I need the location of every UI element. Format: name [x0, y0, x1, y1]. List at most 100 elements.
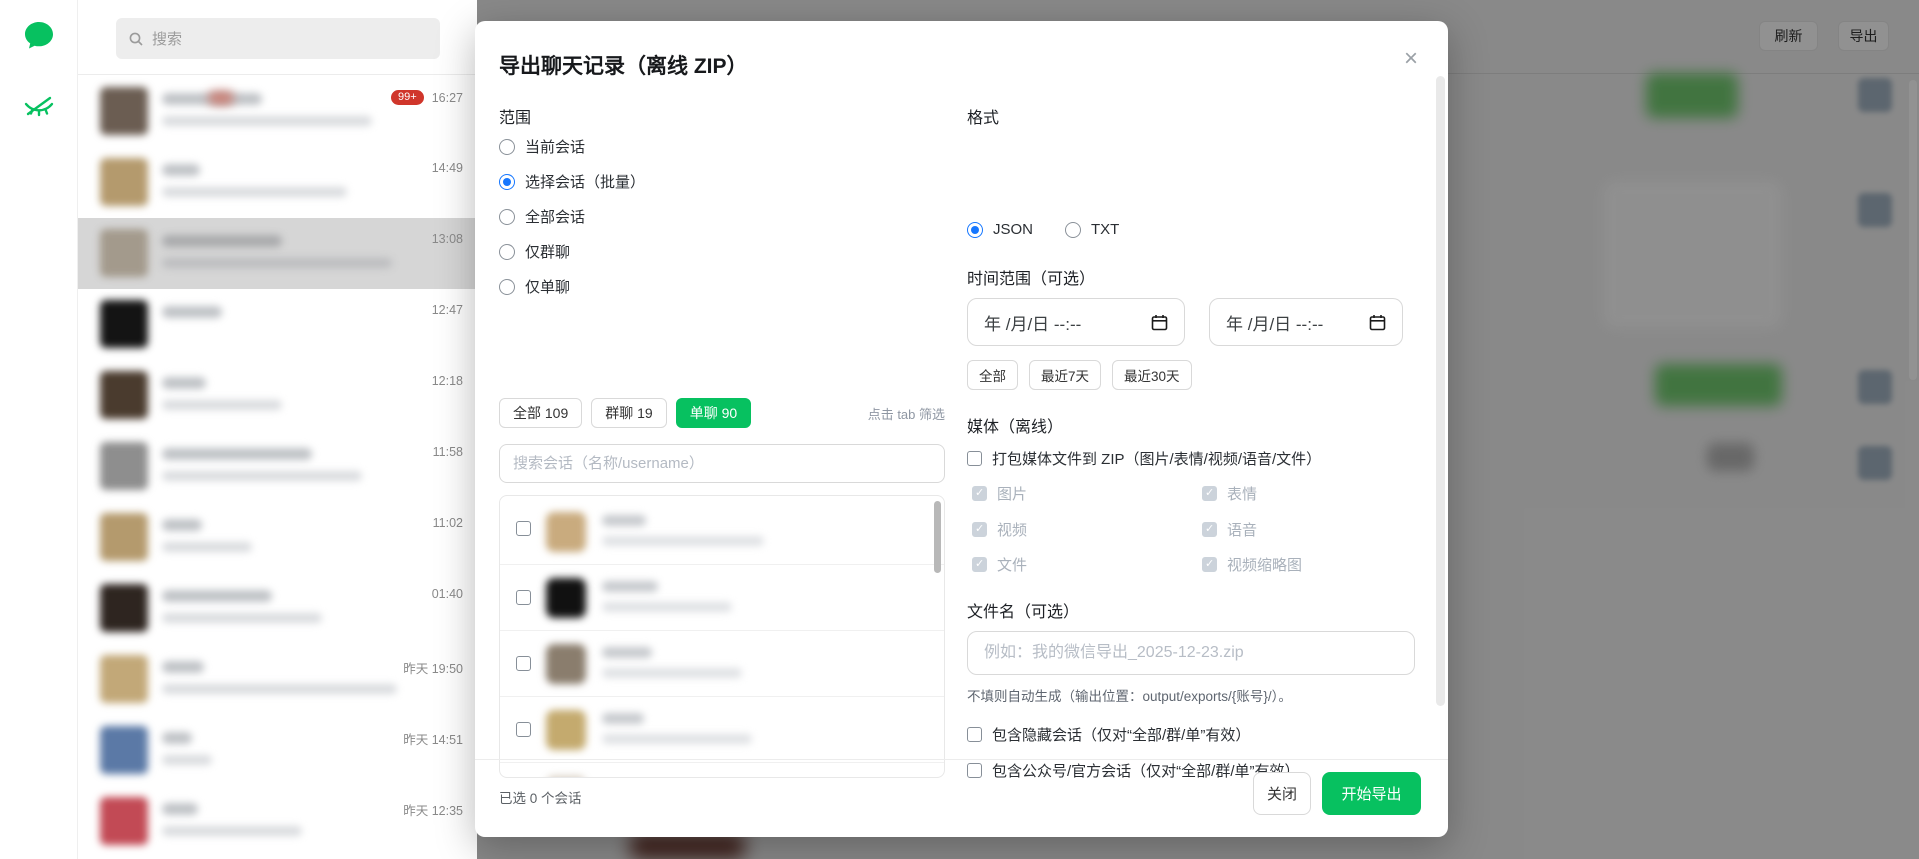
chat-time: 昨天 19:50: [403, 658, 463, 677]
start-export-button[interactable]: 开始导出: [1322, 772, 1421, 815]
avatar: [100, 229, 148, 277]
chat-time: 01:40: [432, 587, 463, 601]
blurred-message: [162, 471, 362, 481]
chat-list-panel: 搜索 99+ 16:27 14:49 13:08 12:47: [78, 0, 477, 859]
preset-all[interactable]: 全部: [967, 360, 1018, 390]
media-option-voice: 语音: [1202, 519, 1257, 540]
radio-singles-only[interactable]: 仅单聊: [499, 276, 645, 297]
avatar: [100, 797, 148, 845]
radio-label: TXT: [1091, 221, 1119, 238]
preset-last-7-days[interactable]: 最近7天: [1029, 360, 1101, 390]
radio-format-txt[interactable]: TXT: [1065, 221, 1119, 238]
start-date-input[interactable]: 年 /月/日 --:--: [967, 298, 1185, 346]
checkbox-icon: [972, 557, 987, 572]
blurred-name: [602, 713, 644, 724]
blurred-name: [162, 590, 272, 602]
divider: [78, 74, 477, 75]
chip-groups[interactable]: 群聊 19: [591, 398, 666, 428]
chat-row[interactable]: 11:58: [78, 431, 477, 502]
avatar: [100, 513, 148, 561]
blurred-name: [162, 803, 198, 815]
checkbox[interactable]: [516, 521, 531, 536]
checkbox-icon: [1202, 522, 1217, 537]
include-official-checkbox[interactable]: 包含公众号/官方会话（仅对“全部/群/单”有效）: [967, 760, 1300, 781]
chat-time: 11:58: [433, 445, 463, 459]
radio-all-conversations[interactable]: 全部会话: [499, 206, 645, 227]
calendar-icon[interactable]: [1151, 314, 1168, 331]
checkbox[interactable]: [516, 590, 531, 605]
media-option-files: 文件: [972, 554, 1027, 575]
end-date-input[interactable]: 年 /月/日 --:--: [1209, 298, 1403, 346]
media-option-stickers: 表情: [1202, 483, 1257, 504]
checkbox[interactable]: [516, 656, 531, 671]
chat-row[interactable]: 14:49: [78, 147, 477, 218]
conversation-row[interactable]: [500, 631, 944, 697]
checkbox-icon: [972, 522, 987, 537]
chat-row[interactable]: 12:18: [78, 360, 477, 431]
checkbox-label: 表情: [1227, 483, 1257, 504]
chat-row[interactable]: 01:40: [78, 573, 477, 644]
radio-format-json[interactable]: JSON: [967, 221, 1033, 238]
chat-time: 昨天 12:35: [403, 800, 463, 819]
list-scrollbar[interactable]: [934, 501, 941, 573]
blurred-name: [162, 377, 206, 389]
eye-off-icon[interactable]: [22, 90, 56, 124]
conversation-row[interactable]: [500, 697, 944, 763]
conversation-row[interactable]: [500, 565, 944, 631]
chat-row[interactable]: 昨天 14:51: [78, 715, 477, 786]
close-button[interactable]: 关闭: [1253, 772, 1311, 815]
chat-row[interactable]: 昨天 12:35: [78, 786, 477, 857]
radio-label: 仅单聊: [525, 276, 570, 297]
blurred-message: [162, 826, 302, 836]
checkbox-icon: [967, 763, 982, 778]
blurred-name: [162, 519, 202, 531]
conversation-search-input[interactable]: [499, 444, 945, 483]
preset-last-30-days[interactable]: 最近30天: [1112, 360, 1192, 390]
filename-hint: 不填则自动生成（输出位置：output/exports/{账号}/）。: [967, 685, 1292, 705]
filename-input[interactable]: [967, 631, 1415, 675]
radio-current-conversation[interactable]: 当前会话: [499, 136, 645, 157]
export-dialog: 导出聊天记录（离线 ZIP） × 范围 当前会话 选择会话（批量） 全部会话: [475, 21, 1448, 837]
blurred-message: [162, 755, 212, 765]
chat-row[interactable]: 12:47: [78, 289, 477, 360]
radio-label: 当前会话: [525, 136, 585, 157]
chat-time: 16:27: [432, 91, 463, 105]
close-icon[interactable]: ×: [1404, 47, 1418, 71]
chat-row[interactable]: 昨天 19:50: [78, 644, 477, 715]
blurred-message: [162, 258, 392, 268]
app-window: 搜索 99+ 16:27 14:49 13:08 12:47: [0, 0, 1919, 859]
checkbox-label: 图片: [997, 483, 1027, 504]
radio-label: 全部会话: [525, 206, 585, 227]
pack-media-checkbox[interactable]: 打包媒体文件到 ZIP（图片/表情/视频/语音/文件）: [967, 448, 1321, 469]
checkbox[interactable]: [516, 722, 531, 737]
include-hidden-checkbox[interactable]: 包含隐藏会话（仅对“全部/群/单”有效）: [967, 724, 1250, 745]
chat-row[interactable]: 99+ 16:27: [78, 76, 477, 147]
radio-icon: [967, 222, 983, 238]
avatar: [100, 726, 148, 774]
avatar: [100, 87, 148, 135]
avatar: [100, 584, 148, 632]
blurred-name: [162, 732, 192, 744]
format-label: 格式: [967, 104, 1415, 128]
calendar-icon[interactable]: [1369, 314, 1386, 331]
blurred-message: [162, 613, 322, 623]
blurred-tag: [208, 91, 234, 105]
avatar: [100, 158, 148, 206]
chat-row-selected[interactable]: 13:08: [78, 218, 477, 289]
chip-singles[interactable]: 单聊 90: [676, 398, 751, 428]
sidebar-search-placeholder: 搜索: [152, 28, 182, 49]
chat-row[interactable]: 11:02: [78, 502, 477, 573]
conversation-row[interactable]: [500, 496, 944, 565]
blurred-message: [162, 542, 252, 552]
dialog-scrollbar[interactable]: [1436, 76, 1445, 706]
radio-groups-only[interactable]: 仅群聊: [499, 241, 645, 262]
chat-time: 11:02: [433, 516, 463, 530]
chip-all[interactable]: 全部 109: [499, 398, 582, 428]
radio-icon: [499, 139, 515, 155]
tab-hint: 点击 tab 筛选: [868, 404, 945, 423]
sidebar-search-input[interactable]: 搜索: [116, 18, 440, 59]
conversation-row[interactable]: [500, 763, 944, 778]
chat-bubble-icon[interactable]: [22, 19, 56, 53]
radio-select-conversations[interactable]: 选择会话（批量）: [499, 171, 645, 192]
chat-time: 14:49: [432, 161, 463, 175]
